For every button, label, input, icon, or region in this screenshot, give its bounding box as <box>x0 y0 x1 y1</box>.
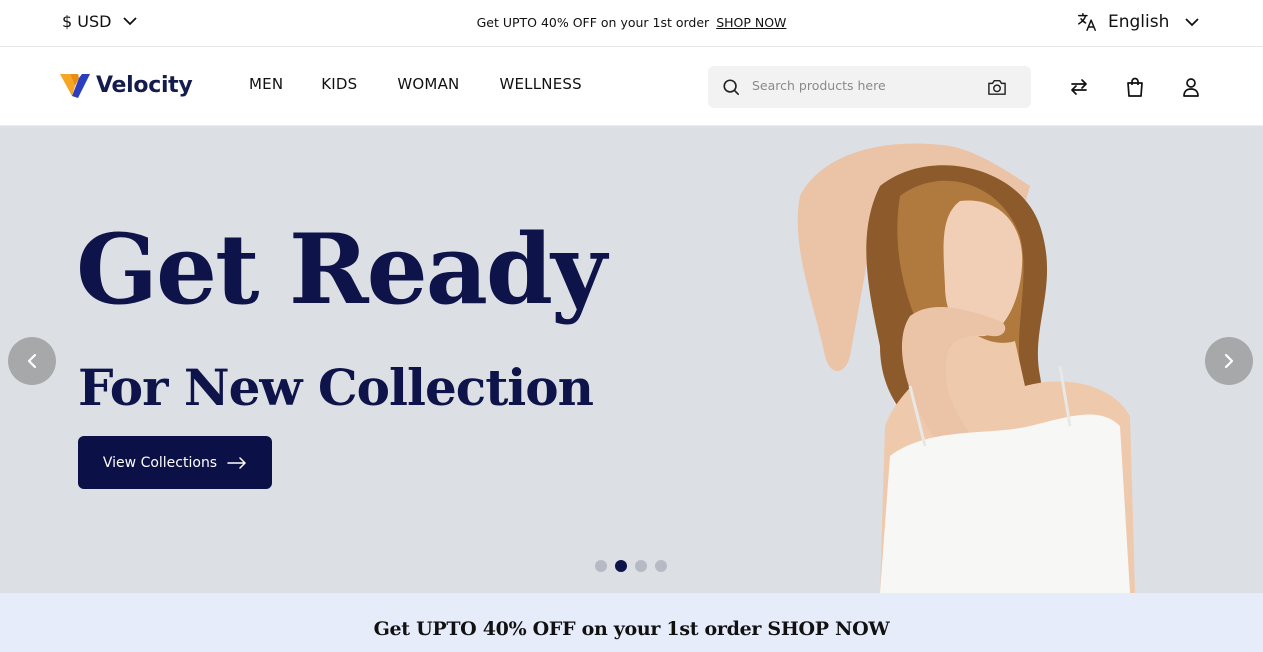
hero-model-image <box>797 143 1135 593</box>
user-account-icon[interactable] <box>1182 77 1200 97</box>
search-bar <box>708 66 1031 108</box>
carousel-prev-button[interactable] <box>8 337 56 385</box>
compare-icon[interactable] <box>1069 77 1089 97</box>
carousel-dot-4[interactable] <box>655 560 667 572</box>
chevron-down-icon <box>1185 17 1200 26</box>
nav-item-woman[interactable]: WOMAN <box>397 75 459 93</box>
shopping-bag-icon[interactable] <box>1126 77 1144 97</box>
hero-subtitle: For New Collection <box>78 358 594 417</box>
main-nav: MEN KIDS WOMAN WELLNESS <box>249 75 582 93</box>
promo-banner: Get UPTO 40% OFF on your 1st order SHOP … <box>0 593 1263 652</box>
search-icon[interactable] <box>722 78 740 96</box>
carousel-dot-2[interactable] <box>615 560 627 572</box>
carousel-next-button[interactable] <box>1205 337 1253 385</box>
cta-label: View Collections <box>102 454 218 471</box>
carousel-dots <box>595 560 667 572</box>
chevron-right-icon <box>1224 353 1234 369</box>
nav-item-kids[interactable]: KIDS <box>321 75 357 93</box>
nav-item-men[interactable]: MEN <box>249 75 283 93</box>
main-header: Velocity MEN KIDS WOMAN WELLNESS <box>0 48 1263 126</box>
arrow-right-icon <box>227 456 246 469</box>
hero-title: Get Ready <box>76 213 607 326</box>
carousel-dot-3[interactable] <box>635 560 647 572</box>
translate-icon <box>1078 13 1096 31</box>
chevron-left-icon <box>27 353 37 369</box>
velocity-logo-icon <box>60 74 90 98</box>
language-label: English <box>1108 12 1170 32</box>
logo[interactable]: Velocity <box>58 70 193 100</box>
search-input[interactable] <box>752 78 972 93</box>
top-bar: $ USD Get UPTO 40% OFF on your 1st order… <box>0 0 1263 47</box>
language-selector[interactable]: English <box>1076 11 1200 33</box>
view-collections-button[interactable]: View Collections <box>78 436 272 489</box>
promo-announcement: Get UPTO 40% OFF on your 1st order SHOP … <box>0 15 1263 30</box>
nav-item-wellness[interactable]: WELLNESS <box>499 75 581 93</box>
hero-carousel: Get Ready For New Collection View Collec… <box>0 126 1263 593</box>
logo-text: Velocity <box>96 72 193 98</box>
promo-banner-text[interactable]: Get UPTO 40% OFF on your 1st order SHOP … <box>374 618 890 640</box>
camera-icon[interactable] <box>987 78 1007 96</box>
shop-now-link[interactable]: SHOP NOW <box>716 15 786 30</box>
carousel-dot-1[interactable] <box>595 560 607 572</box>
promo-text: Get UPTO 40% OFF on your 1st order <box>476 15 710 30</box>
